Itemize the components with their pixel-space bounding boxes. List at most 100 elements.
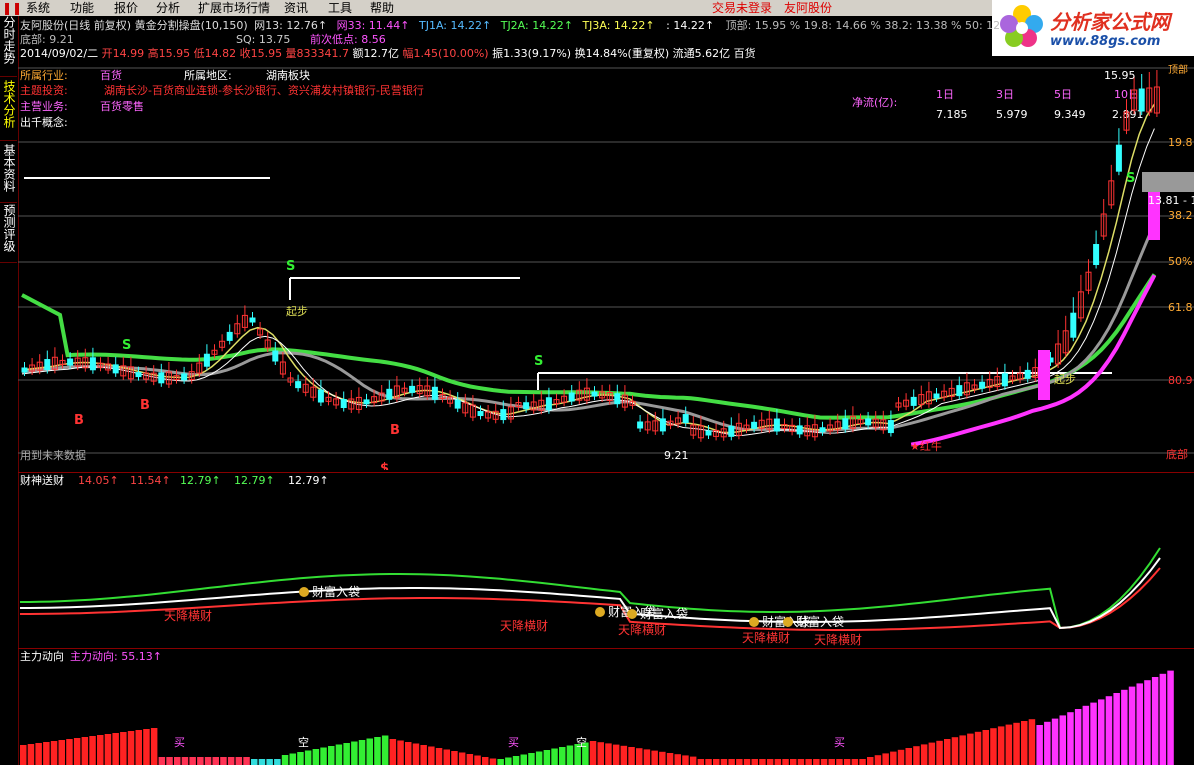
histogram-bar (882, 753, 889, 765)
histogram-bar (66, 739, 73, 765)
histogram-bar (990, 728, 997, 765)
histogram-bar (551, 748, 558, 765)
money-bag-icon (783, 617, 793, 627)
candle-body (1070, 312, 1077, 338)
histogram-bar (820, 759, 828, 765)
histogram-bar (212, 757, 219, 765)
histogram-bar (512, 756, 520, 765)
menu-item-tools[interactable]: 工具 (328, 0, 352, 16)
signal-label: S (1126, 171, 1135, 186)
histogram-bar (559, 747, 566, 765)
histogram-bar (797, 759, 805, 765)
histogram-bar (628, 747, 635, 765)
histogram-bar (982, 730, 989, 765)
axis-highlight-box (1142, 172, 1194, 192)
histogram-bar (920, 744, 928, 765)
tab-forecast[interactable]: 预测评级 (0, 204, 17, 263)
histogram-bar (913, 746, 920, 765)
histogram-bar (1082, 705, 1090, 765)
candle-body (1093, 244, 1100, 266)
histogram-bar (944, 739, 951, 765)
trade-login-status[interactable]: 交易未登录 (712, 0, 772, 16)
histogram-bar (266, 759, 273, 765)
tab-technical-label: 技术分析 (2, 80, 16, 128)
candle-body (1001, 373, 1008, 387)
histogram-bar (759, 759, 766, 765)
signal-label: $ (380, 461, 389, 470)
histogram-bar (743, 759, 751, 765)
histogram-bar (728, 759, 735, 765)
histogram-bar (766, 759, 774, 765)
histogram-bar (974, 731, 982, 765)
histogram-bar (297, 752, 304, 765)
menu-item-system[interactable]: 系统 (26, 0, 50, 16)
histogram-bar (605, 743, 612, 765)
signal-label: S (122, 338, 131, 353)
menu-item-extended-market[interactable]: 扩展市场行情 (198, 0, 270, 16)
histogram-bar (281, 755, 289, 765)
histogram-bar (466, 754, 474, 765)
histogram-bar (682, 755, 689, 765)
histogram-bar (366, 738, 373, 765)
histogram-bar (1159, 673, 1167, 765)
candle-body (135, 372, 142, 378)
future-data-note: 用到未来数据 (20, 449, 86, 462)
candle-body (568, 392, 575, 402)
histogram-bar (328, 746, 335, 765)
histogram-bar (659, 751, 666, 765)
menu-item-help[interactable]: 帮助 (370, 0, 394, 16)
candle-body (1024, 369, 1031, 379)
candle-body (44, 359, 51, 371)
heaven-wealth-label: 天降横财 (742, 631, 790, 645)
heaven-wealth-label: 天降横财 (500, 619, 548, 633)
histogram-bar (1121, 689, 1128, 765)
candle-body (158, 372, 165, 384)
candle-body (865, 418, 872, 426)
main-chart-header-row2: 底部: 9.21 (20, 33, 74, 47)
histogram-bar (1051, 718, 1059, 765)
header-tj1a: TJ1A: 14.22↑ (419, 19, 492, 32)
histogram-bar (73, 738, 81, 765)
candle-body (728, 425, 735, 437)
histogram-bar (120, 732, 127, 765)
histogram-bar (289, 753, 296, 765)
histogram-bar (389, 739, 397, 765)
menu-item-quote[interactable]: 报价 (114, 0, 138, 16)
sub2-histogram[interactable] (18, 664, 1194, 765)
histogram-bar (774, 759, 782, 765)
candle-body (933, 393, 940, 399)
money-bag-icon (299, 587, 309, 597)
header-bottom: 底部: 9.21 (20, 33, 74, 46)
tab-intraday[interactable]: 分时走势 (0, 16, 17, 77)
brand-url[interactable]: www.88gs.com (1050, 34, 1160, 49)
tab-technical[interactable]: 技术分析 (0, 80, 17, 141)
red-bull-label: ★红牛 (910, 440, 942, 453)
tab-fundamentals[interactable]: 基本资料 (0, 144, 17, 203)
histogram-bar (867, 757, 874, 765)
header-value: : 14.22↑ (666, 19, 715, 32)
histogram-bar (1098, 699, 1105, 765)
histogram-bar (158, 757, 166, 765)
histogram-bar (489, 758, 497, 765)
main-chart-header-row1: 友阿股份(日线 前复权) 黄金分割操盘(10,150) 网13: 12.76↑ … (20, 19, 1000, 33)
histogram-bar (535, 751, 543, 765)
axis-label-bottom: 底部 (1166, 448, 1188, 461)
main-price-chart[interactable]: B B B S S S S $ (18, 60, 1194, 470)
histogram-bar (566, 745, 574, 765)
main-force-bars (20, 670, 1174, 765)
menu-item-function[interactable]: 功能 (70, 0, 94, 16)
candle-body (181, 373, 188, 381)
histogram-bar (1167, 670, 1174, 765)
menu-item-news[interactable]: 资讯 (284, 0, 308, 16)
axis-label-38-2: 38.2 (1168, 209, 1193, 222)
histogram-bar (89, 736, 96, 765)
histogram-bar (1067, 712, 1074, 765)
menu-item-analysis[interactable]: 分析 (156, 0, 180, 16)
histogram-bar (351, 741, 358, 765)
header-prev-low: 前次低点: 8.56 (310, 33, 386, 46)
sub1-chart[interactable]: 财富入袋财富入袋财富入袋财富入袋财富入袋天降横财天降横财天降横财天降横财天降横财 (18, 488, 1194, 648)
histogram-bar (312, 749, 320, 765)
candle-body (523, 402, 530, 410)
low-price-label: 9.21 (664, 449, 689, 462)
moving-averages (21, 103, 1157, 447)
